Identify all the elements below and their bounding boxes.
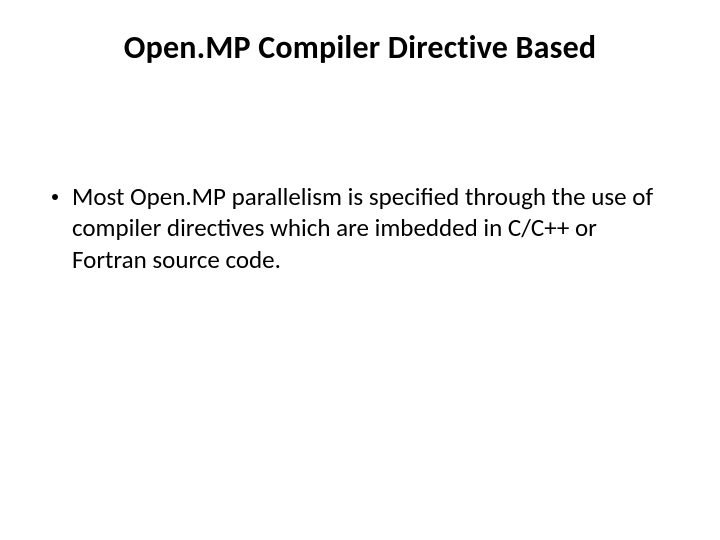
- bullet-icon: [52, 194, 58, 200]
- slide-body: Most Open.MP parallelism is specified th…: [50, 181, 670, 275]
- slide: Open.MP Compiler Directive Based Most Op…: [0, 0, 720, 540]
- bullet-text: Most Open.MP parallelism is specified th…: [72, 181, 670, 275]
- list-item: Most Open.MP parallelism is specified th…: [52, 181, 670, 275]
- slide-title: Open.MP Compiler Directive Based: [50, 28, 670, 67]
